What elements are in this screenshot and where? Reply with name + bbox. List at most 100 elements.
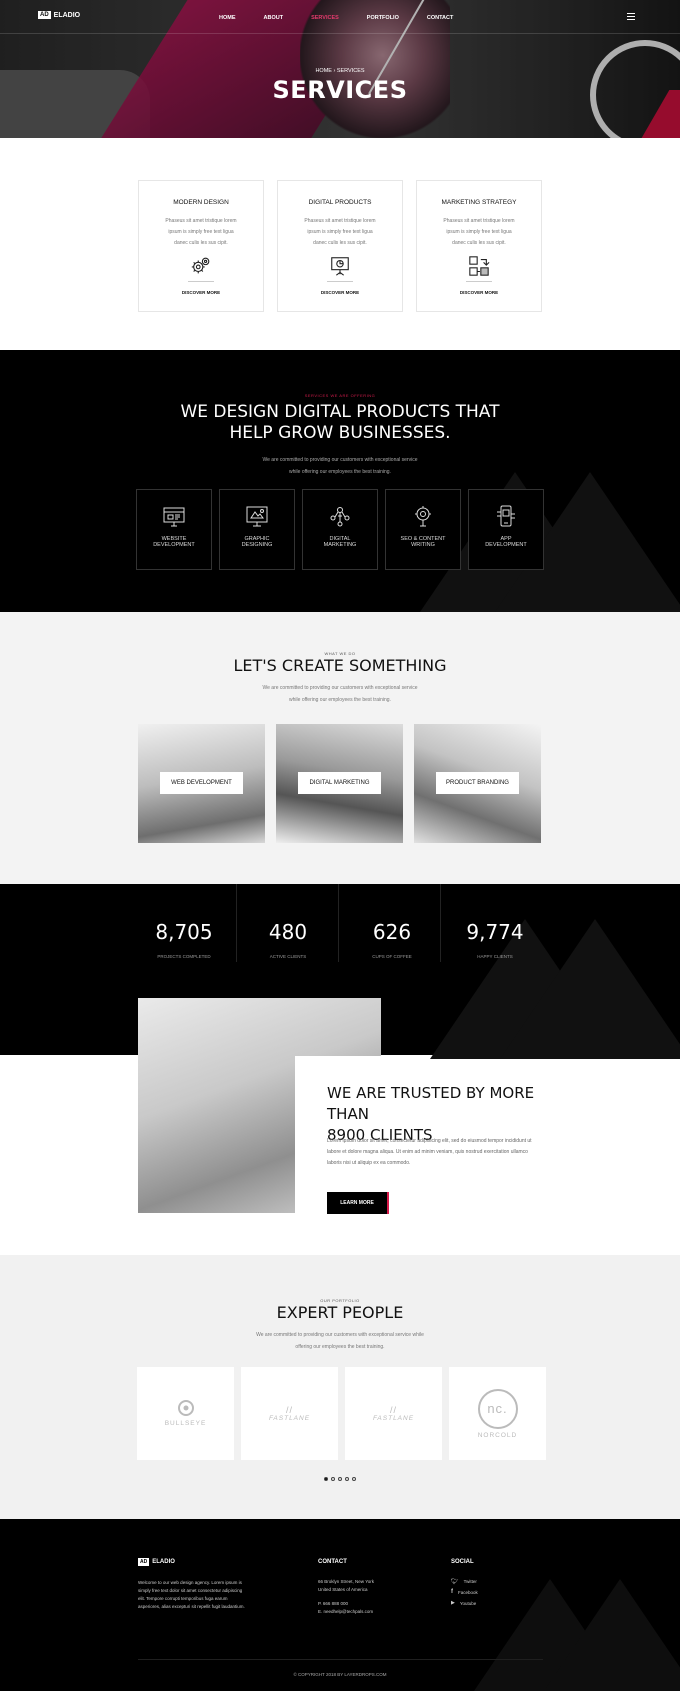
footer-phone-email: P. 666 888 000 E. needhelp@techpals.com <box>318 1600 373 1616</box>
section-title: WE DESIGN DIGITAL PRODUCTS THAT HELP GROW… <box>0 402 680 444</box>
service-digital-marketing[interactable]: DIGITAL MARKETING <box>302 489 378 570</box>
logo-mark: AD <box>38 11 51 19</box>
service-label: DEVELOPMENT <box>153 542 195 548</box>
stat-coffee: 626 CUPS OF COFFEE <box>340 920 444 959</box>
photo-web-development[interactable]: WEB DEVELOPMENT <box>138 724 265 843</box>
service-website-development[interactable]: WEBSITE DEVELOPMENT <box>136 489 212 570</box>
footer-contact-title: CONTACT <box>318 1559 347 1565</box>
card-text: Phaseus sit amet tristique lorem ipsum i… <box>443 218 515 246</box>
carousel-dot[interactable] <box>338 1477 342 1481</box>
stat-label: CUPS OF COFFEE <box>372 954 412 959</box>
footer: AD ELADIO Welcome to our web design agen… <box>0 1519 680 1691</box>
footer-logo[interactable]: AD ELADIO <box>138 1558 175 1566</box>
seo-icon <box>415 506 431 527</box>
copyright: © COPYRIGHT 2018 BY LAYERDROPS.COM <box>293 1672 387 1677</box>
top-navigation: AD ELADIO HOME ABOUT SERVICES PORTFOLIO … <box>0 0 680 34</box>
social-facebook[interactable]: f Facebook <box>451 1589 478 1595</box>
section-kicker: SERVICES WE ARE OFFERING <box>304 393 376 398</box>
client-logo-norcold[interactable]: nc. NORCOLD <box>449 1367 546 1460</box>
logo-text: FASTLANE <box>268 1415 311 1422</box>
logo-text: ELADIO <box>152 1559 175 1565</box>
carousel-dot[interactable] <box>345 1477 349 1481</box>
feature-cards-section: MODERN DESIGN Phaseus sit amet tristique… <box>0 138 680 350</box>
site-logo[interactable]: AD ELADIO <box>38 11 80 19</box>
social-youtube[interactable]: ▶ Youtube <box>451 1600 476 1606</box>
client-logo-fastlane-2[interactable]: // FASTLANE <box>345 1367 442 1460</box>
nav-about[interactable]: ABOUT <box>264 15 284 21</box>
photo-label[interactable]: PRODUCT BRANDING <box>436 772 519 794</box>
nav-services[interactable]: SERVICES <box>311 15 339 21</box>
presentation-icon <box>331 257 349 276</box>
logo-text: BULLSEYE <box>164 1420 207 1427</box>
footer-divider <box>138 1659 543 1660</box>
nav-contact[interactable]: CONTACT <box>427 15 453 21</box>
stat-label: ACTIVE CLIENTS <box>269 954 307 959</box>
subtitle-line: We are committed to providing our custom… <box>262 457 418 463</box>
fastlane-icon: // <box>285 1405 293 1415</box>
subtitle-line: We are committed to providing our custom… <box>256 1332 424 1338</box>
nav-portfolio[interactable]: PORTFOLIO <box>367 15 399 21</box>
stat-number: 9,774 <box>466 920 524 944</box>
social-label: Youtube <box>459 1600 477 1606</box>
hamburger-menu-icon[interactable] <box>627 13 635 20</box>
section-title: EXPERT PEOPLE <box>276 1303 404 1322</box>
discover-more-link[interactable]: DISCOVER MORE <box>139 290 263 295</box>
trusted-text: Lorem ipsum dolor sit amet, consectetur … <box>327 1138 532 1166</box>
facebook-icon: f <box>451 1589 453 1595</box>
service-seo-content[interactable]: SEO & CONTENT WRITING <box>385 489 461 570</box>
section-subtitle: We are committed to providing our custom… <box>0 1329 680 1353</box>
create-section: WHAT WE DO LET'S CREATE SOMETHING We are… <box>0 612 680 884</box>
marketing-icon <box>330 507 350 527</box>
carousel-dot[interactable] <box>324 1477 328 1481</box>
card-title: MODERN DESIGN <box>173 199 229 206</box>
breadcrumb: HOME › SERVICES <box>315 68 365 74</box>
footer-social-title: SOCIAL <box>451 1559 474 1565</box>
carousel-dot[interactable] <box>331 1477 335 1481</box>
address-line: 66 Broklyn Street, New York <box>318 1579 375 1584</box>
gears-icon <box>191 257 210 274</box>
section-subtitle: We are committed to providing our custom… <box>0 454 680 478</box>
service-app-development[interactable]: APP DEVELOPMENT <box>468 489 544 570</box>
section-subtitle: We are committed to providing our custom… <box>0 682 680 706</box>
service-label: WRITING <box>411 542 435 548</box>
logo-text: NORCOLD <box>477 1431 518 1439</box>
client-logo-bullseye[interactable]: BULLSEYE <box>137 1367 234 1460</box>
social-label: Facebook <box>458 1589 478 1595</box>
photo-digital-marketing[interactable]: DIGITAL MARKETING <box>276 724 403 843</box>
footer-address: 66 Broklyn Street, New York United States… <box>318 1578 374 1594</box>
service-label: DESIGNING <box>241 542 273 548</box>
email-link[interactable]: E. needhelp@techpals.com <box>318 1609 373 1614</box>
discover-more-link[interactable]: DISCOVER MORE <box>417 290 541 295</box>
service-label: DEVELOPMENT <box>485 542 527 548</box>
section-title: LET'S CREATE SOMETHING <box>233 656 447 675</box>
subtitle-line: while offering our employees the best tr… <box>289 697 391 703</box>
photo-product-branding[interactable]: PRODUCT BRANDING <box>414 724 541 843</box>
photo-label[interactable]: WEB DEVELOPMENT <box>160 772 243 794</box>
title-line: WE ARE TRUSTED BY MORE THAN <box>327 1084 535 1123</box>
service-graphic-designing[interactable]: GRAPHIC DESIGNING <box>219 489 295 570</box>
photo-label[interactable]: DIGITAL MARKETING <box>298 772 381 794</box>
phone-text: P. 666 888 000 <box>318 1601 348 1606</box>
stat-clients: 480 ACTIVE CLIENTS <box>236 920 340 959</box>
learn-more-button[interactable]: LEARN MORE <box>327 1192 389 1214</box>
card-divider <box>327 281 353 282</box>
nav-home[interactable]: HOME <box>219 15 236 21</box>
card-text: Phaseus sit amet tristique lorem ipsum i… <box>304 218 376 246</box>
card-divider <box>466 281 492 282</box>
app-icon <box>497 505 515 527</box>
title-line: WE DESIGN DIGITAL PRODUCTS THAT <box>180 402 500 422</box>
stat-projects: 8,705 PROJECTS COMPLETED <box>132 920 236 959</box>
bullseye-icon <box>177 1400 194 1416</box>
stat-number: 480 <box>268 920 308 944</box>
workflow-icon <box>469 256 490 276</box>
social-twitter[interactable]: 🐦︎ Twitter <box>451 1578 477 1585</box>
stat-label: HAPPY CLIENTS <box>477 954 513 959</box>
subtitle-line: offering our employees the best training… <box>295 1344 385 1350</box>
fastlane-icon: // <box>389 1405 397 1415</box>
subtitle-line: while offering our employees the best tr… <box>289 469 391 475</box>
carousel-dot[interactable] <box>352 1477 356 1481</box>
client-logo-fastlane[interactable]: // FASTLANE <box>241 1367 338 1460</box>
service-label: MARKETING <box>323 542 357 548</box>
discover-more-link[interactable]: DISCOVER MORE <box>278 290 402 295</box>
main-menu: HOME ABOUT SERVICES PORTFOLIO CONTACT <box>219 15 481 21</box>
